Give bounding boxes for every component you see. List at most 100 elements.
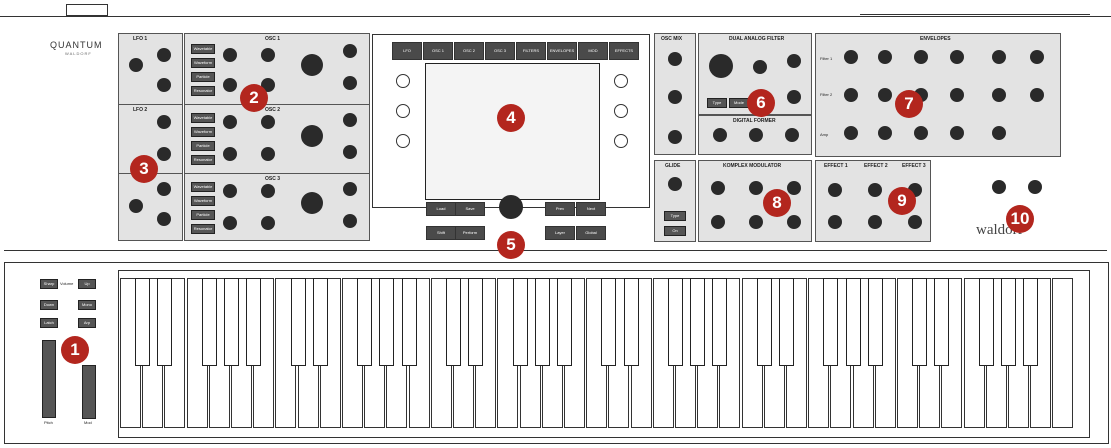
env-f1-velocity-knob[interactable] xyxy=(992,50,1006,64)
black-key[interactable] xyxy=(1023,278,1039,366)
black-key[interactable] xyxy=(468,278,484,366)
lfo-1-speed-knob[interactable] xyxy=(157,48,171,62)
osc-2-length-knob[interactable] xyxy=(343,145,357,159)
filter-cutoff-knob[interactable] xyxy=(709,54,733,78)
env-amp-sustain-knob[interactable] xyxy=(914,126,928,140)
osc-2-wavetable-knob[interactable] xyxy=(261,147,275,161)
lfo-3-speed-knob[interactable] xyxy=(157,182,171,196)
right-encoder-1[interactable] xyxy=(614,74,628,88)
effect-1-control-knob[interactable] xyxy=(828,183,842,197)
lfo-3-amount-knob[interactable] xyxy=(157,212,171,226)
osc-3-position-knob[interactable] xyxy=(301,192,323,214)
lfo-2-amount-knob[interactable] xyxy=(157,147,171,161)
tab-envelopes[interactable]: ENVELOPES xyxy=(547,42,577,60)
env-f2-velocity-knob[interactable] xyxy=(992,88,1006,102)
tab-filters[interactable]: FILTERS xyxy=(516,42,546,60)
tab-osc-3[interactable]: OSC 3 xyxy=(485,42,515,60)
effect-2-amount-knob[interactable] xyxy=(868,215,882,229)
filter-cutoff-2-knob[interactable] xyxy=(787,90,801,104)
osc-1-shape-knob[interactable] xyxy=(343,44,357,58)
osc-1-wavetable-button[interactable]: Wavetable xyxy=(191,44,215,54)
osc-2-particle-button[interactable]: Particle xyxy=(191,141,215,151)
next-button[interactable]: Next xyxy=(576,202,606,216)
latch-button[interactable]: Latch xyxy=(40,318,58,328)
tab-osc-1[interactable]: OSC 1 xyxy=(423,42,453,60)
digital-color-knob[interactable] xyxy=(749,128,763,142)
mono-button[interactable]: Mono xyxy=(78,300,96,310)
env-amp-attack-knob[interactable] xyxy=(844,126,858,140)
osc-3-wavetable-button[interactable]: Wavetable xyxy=(191,182,215,192)
black-key[interactable] xyxy=(290,278,306,366)
black-key[interactable] xyxy=(446,278,461,366)
black-key[interactable] xyxy=(845,278,861,366)
black-key[interactable] xyxy=(623,278,639,366)
black-key[interactable] xyxy=(135,278,151,366)
osc-1-fine-knob[interactable] xyxy=(223,48,237,62)
right-encoder-3[interactable] xyxy=(614,134,628,148)
filter-mode-button[interactable]: Mode xyxy=(729,98,749,108)
kmod-speed-knob[interactable] xyxy=(711,181,725,195)
osc-2-waveform-button[interactable]: Waveform xyxy=(191,127,215,137)
tab-lfo[interactable]: LFO xyxy=(392,42,422,60)
osc-1-waveform-button[interactable]: Waveform xyxy=(191,58,215,68)
kmod-velocity-knob[interactable] xyxy=(787,215,801,229)
env-amp-release-knob[interactable] xyxy=(950,126,964,140)
global-button[interactable]: Global xyxy=(576,226,606,240)
env-f2-amount-knob[interactable] xyxy=(1030,88,1044,102)
perform-button[interactable]: Perform xyxy=(455,226,485,240)
osc-1-semitones-knob[interactable] xyxy=(223,78,237,92)
osc-3-wavetable-knob[interactable] xyxy=(261,216,275,230)
black-key[interactable] xyxy=(712,278,728,366)
osc-2-resonator-button[interactable]: Resonator xyxy=(191,155,215,165)
env-f2-release-knob[interactable] xyxy=(950,88,964,102)
black-key[interactable] xyxy=(779,278,794,366)
black-key[interactable] xyxy=(978,278,994,366)
companion-knob[interactable] xyxy=(992,180,1006,194)
osc-1-position-knob[interactable] xyxy=(301,54,323,76)
env-f2-attack-knob[interactable] xyxy=(844,88,858,102)
save-button[interactable]: Save xyxy=(455,202,485,216)
black-key[interactable] xyxy=(401,278,417,366)
black-key[interactable] xyxy=(224,278,239,366)
up-button[interactable]: Up xyxy=(78,279,96,289)
osc-3-semitones-knob[interactable] xyxy=(223,216,237,230)
osc-3-particle-button[interactable]: Particle xyxy=(191,210,215,220)
glide-type-button[interactable]: Type xyxy=(664,211,686,221)
black-key[interactable] xyxy=(201,278,217,366)
osc-3-length-knob[interactable] xyxy=(343,214,357,228)
lfo-3-shape-knob[interactable] xyxy=(129,199,143,213)
glide-on-button[interactable]: On xyxy=(664,226,686,236)
osc-3-waveform-button[interactable]: Waveform xyxy=(191,196,215,206)
black-key[interactable] xyxy=(912,278,928,366)
filter-resonance-2-knob[interactable] xyxy=(787,54,801,68)
osc-2-semitones-knob[interactable] xyxy=(223,147,237,161)
master-volume-knob[interactable] xyxy=(1028,180,1042,194)
kmod-shape-knob[interactable] xyxy=(749,181,763,195)
osc-mix-2-knob[interactable] xyxy=(668,90,682,104)
black-key[interactable] xyxy=(557,278,572,366)
white-key[interactable] xyxy=(1052,278,1074,428)
black-key[interactable] xyxy=(934,278,950,366)
tab-osc-2[interactable]: OSC 2 xyxy=(454,42,484,60)
osc-2-fine-knob[interactable] xyxy=(223,115,237,129)
env-amp-velocity-knob[interactable] xyxy=(992,126,1006,140)
prev-button[interactable]: Prev xyxy=(545,202,575,216)
osc-1-length-knob[interactable] xyxy=(343,76,357,90)
sharp-button[interactable]: Sharp xyxy=(40,279,58,289)
osc-mix-1-knob[interactable] xyxy=(668,52,682,66)
load-button[interactable]: Load xyxy=(426,202,456,216)
black-key[interactable] xyxy=(157,278,173,366)
osc-2-wavetable-button[interactable]: Wavetable xyxy=(191,113,215,123)
env-f1-decay-knob[interactable] xyxy=(878,50,892,64)
filter-resonance-knob[interactable] xyxy=(753,60,767,74)
black-key[interactable] xyxy=(357,278,373,366)
pitch-wheel[interactable] xyxy=(42,340,56,418)
left-encoder-3[interactable] xyxy=(396,134,410,148)
black-key[interactable] xyxy=(1001,278,1016,366)
lfo-1-shape-knob[interactable] xyxy=(129,58,143,72)
env-amp-decay-knob[interactable] xyxy=(878,126,892,140)
tab-effects[interactable]: EFFECTS xyxy=(609,42,639,60)
black-key[interactable] xyxy=(668,278,683,366)
filter-type-button[interactable]: Type xyxy=(707,98,727,108)
black-key[interactable] xyxy=(246,278,262,366)
